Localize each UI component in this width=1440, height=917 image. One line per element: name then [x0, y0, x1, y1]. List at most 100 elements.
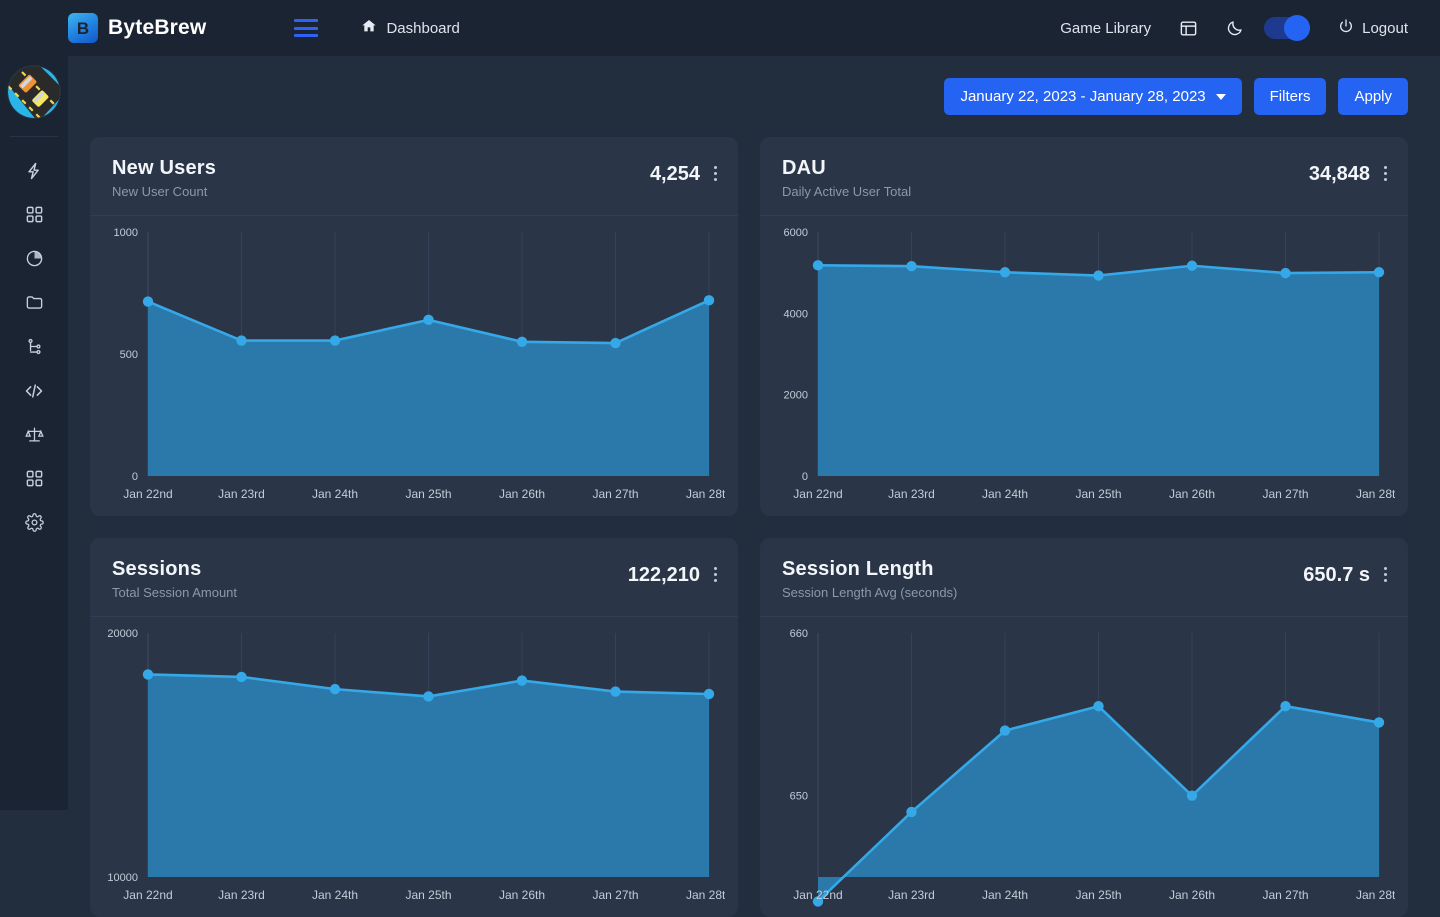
sidebar-item-dashboard[interactable]: [10, 195, 58, 239]
metric-card-session-length: Session Length Session Length Avg (secon…: [760, 538, 1408, 917]
metrics-grid: New Users New User Count 4,254 0 500 1000 J…: [68, 115, 1440, 917]
nav-dashboard-label: Dashboard: [386, 19, 460, 37]
game-thumbnail[interactable]: [8, 66, 60, 118]
moon-icon[interactable]: [1226, 19, 1244, 37]
game-library-label: Game Library: [1060, 19, 1152, 37]
svg-text:B: B: [77, 19, 89, 38]
sidebar-divider: [10, 136, 58, 137]
chart-dau[interactable]: 0 2000 4000 6000 Jan 22nd Jan 23rd Jan 24th Jan…: [760, 216, 1408, 516]
card-subtitle: Daily Active User Total: [782, 184, 912, 199]
sidebar-item-code[interactable]: [10, 371, 58, 415]
svg-text:Jan 25th: Jan 25th: [405, 888, 451, 902]
lightning-bolt-icon: [24, 161, 44, 186]
svg-text:500: 500: [120, 349, 138, 361]
card-title: New Users: [112, 157, 217, 179]
theme-toggle[interactable]: [1264, 15, 1311, 41]
svg-text:Jan 24th: Jan 24th: [982, 888, 1028, 902]
game-library-link[interactable]: Game Library: [1060, 20, 1151, 37]
svg-text:1000: 1000: [114, 227, 138, 239]
scales-icon: [24, 425, 44, 449]
svg-text:Jan 23rd: Jan 23rd: [888, 888, 935, 902]
svg-text:Jan 28th: Jan 28th: [1356, 888, 1395, 902]
metric-card-new-users: New Users New User Count 4,254 0 500 1000 J…: [90, 137, 738, 516]
hamburger-icon[interactable]: [294, 19, 319, 37]
gear-icon: [24, 513, 44, 537]
brand[interactable]: B ByteBrew: [68, 13, 206, 43]
svg-text:Jan 26th: Jan 26th: [499, 487, 545, 501]
date-range-picker[interactable]: January 22, 2023 - January 28, 2023: [944, 78, 1242, 115]
svg-text:650: 650: [790, 791, 808, 803]
svg-text:Jan 28th: Jan 28th: [1356, 487, 1395, 501]
kebab-menu-icon[interactable]: [714, 166, 718, 181]
svg-text:Jan 23rd: Jan 23rd: [888, 487, 935, 501]
card-title: Sessions: [112, 558, 202, 580]
svg-text:Jan 24th: Jan 24th: [312, 888, 358, 902]
chart-sessions[interactable]: 10000 20000 Jan 22nd Jan 23rd Jan 24th Jan 25…: [90, 617, 738, 917]
card-value: 650.7 s: [1303, 564, 1370, 586]
sidebar-item-files[interactable]: [10, 283, 58, 327]
folder-icon: [25, 293, 44, 317]
svg-text:6000: 6000: [784, 227, 808, 239]
metric-card-sessions: Sessions Total Session Amount 122,210 10…: [90, 538, 738, 917]
card-title: DAU: [782, 157, 826, 179]
code-icon: [24, 381, 44, 406]
card-header: Session Length Session Length Avg (secon…: [760, 538, 1408, 617]
home-icon: [361, 18, 377, 38]
brand-name: ByteBrew: [108, 16, 207, 39]
svg-text:Jan 22nd: Jan 22nd: [123, 487, 172, 501]
card-header: DAU Daily Active User Total 34,848: [760, 137, 1408, 216]
sidebar-item-modules[interactable]: [10, 459, 58, 503]
svg-text:Jan 23rd: Jan 23rd: [218, 888, 265, 902]
svg-text:10000: 10000: [107, 872, 138, 884]
pie-chart-icon: [25, 249, 44, 273]
chevron-down-icon: [1215, 93, 1226, 100]
chart-session-length[interactable]: 650 660 Jan 22nd Jan 23rd Jan 24th Jan 25th Ja…: [760, 617, 1408, 917]
card-header: New Users New User Count 4,254: [90, 137, 738, 216]
card-value: 4,254: [649, 163, 700, 185]
card-subtitle: Session Length Avg (seconds): [782, 585, 958, 600]
svg-text:Jan 25th: Jan 25th: [1075, 487, 1121, 501]
card-header: Sessions Total Session Amount 122,210: [90, 538, 738, 617]
svg-text:Jan 24th: Jan 24th: [312, 487, 358, 501]
card-subtitle: New User Count: [112, 184, 208, 199]
sidebar-item-funnels[interactable]: [10, 327, 58, 371]
metric-card-dau: DAU Daily Active User Total 34,848 0 2000…: [760, 137, 1408, 516]
svg-text:20000: 20000: [107, 628, 138, 640]
nav-dashboard[interactable]: Dashboard: [361, 18, 460, 38]
sidebar: [0, 0, 68, 810]
svg-text:Jan 25th: Jan 25th: [1075, 888, 1121, 902]
sidebar-item-settings[interactable]: [10, 503, 58, 547]
sidebar-nav: [10, 151, 58, 547]
apply-button[interactable]: Apply: [1338, 78, 1408, 115]
chart-new-users[interactable]: 0 500 1000 Jan 22nd Jan 23rd Jan 24th Jan 25th…: [90, 216, 738, 516]
svg-text:Jan 27th: Jan 27th: [1262, 888, 1308, 902]
card-subtitle: Total Session Amount: [112, 585, 238, 600]
svg-text:0: 0: [802, 471, 808, 483]
card-value: 122,210: [627, 564, 700, 586]
card-value: 34,848: [1308, 163, 1370, 185]
sidebar-item-ab-testing[interactable]: [10, 415, 58, 459]
logout-label: Logout: [1362, 19, 1408, 37]
svg-text:Jan 22nd: Jan 22nd: [793, 888, 842, 902]
svg-text:Jan 26th: Jan 26th: [1169, 487, 1215, 501]
svg-text:2000: 2000: [784, 390, 808, 402]
logout-button[interactable]: Logout: [1338, 18, 1408, 38]
filter-toolbar: January 22, 2023 - January 28, 2023 Filt…: [68, 56, 1440, 115]
svg-text:Jan 27th: Jan 27th: [592, 487, 638, 501]
kebab-menu-icon[interactable]: [1384, 166, 1388, 181]
date-range-label: January 22, 2023 - January 28, 2023: [960, 88, 1206, 105]
power-icon: [1338, 18, 1354, 38]
kebab-menu-icon[interactable]: [1384, 567, 1388, 582]
funnel-flow-icon: [25, 337, 44, 361]
kebab-menu-icon[interactable]: [714, 567, 718, 582]
svg-text:Jan 26th: Jan 26th: [499, 888, 545, 902]
sidebar-item-events[interactable]: [10, 151, 58, 195]
sidebar-item-analytics[interactable]: [10, 239, 58, 283]
layout-panel-icon[interactable]: [1179, 19, 1198, 38]
main-content: January 22, 2023 - January 28, 2023 Filt…: [68, 56, 1440, 917]
top-bar-actions: Game Library Logout: [1060, 15, 1440, 41]
filters-button[interactable]: Filters: [1253, 78, 1327, 115]
svg-text:Jan 25th: Jan 25th: [405, 487, 451, 501]
svg-text:Jan 28th: Jan 28th: [686, 487, 725, 501]
svg-text:Jan 27th: Jan 27th: [1262, 487, 1308, 501]
